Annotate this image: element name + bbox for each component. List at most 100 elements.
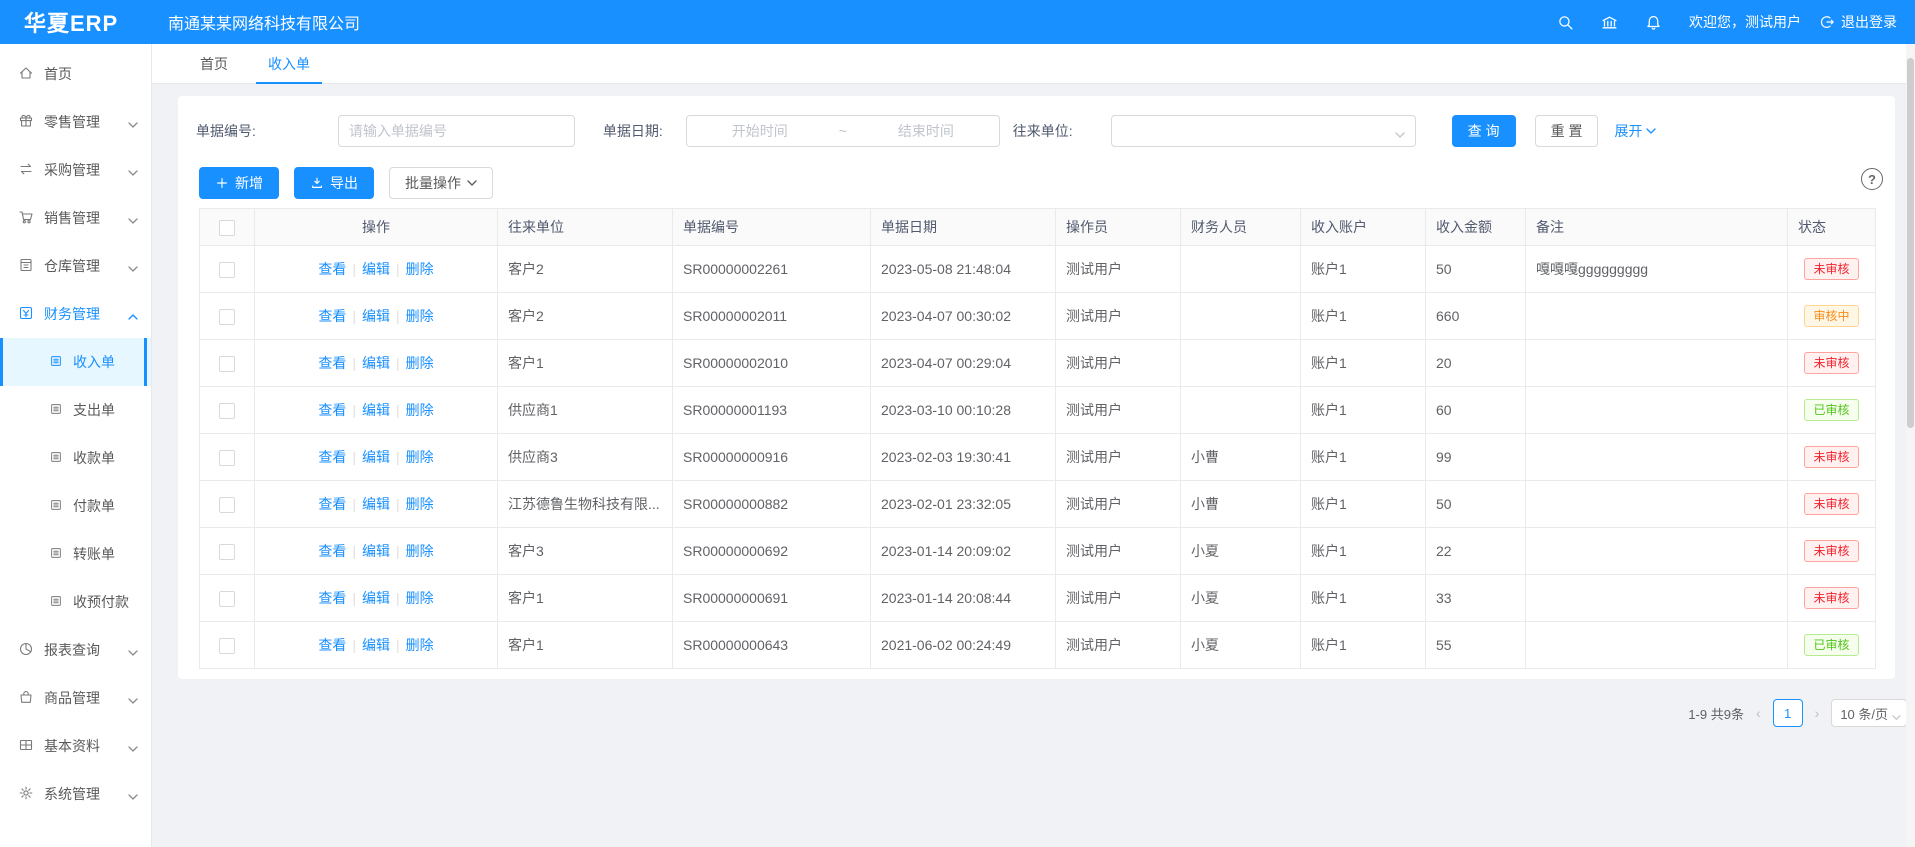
tab-income-bill[interactable]: 收入单 [248, 44, 330, 83]
select-all-checkbox[interactable] [219, 220, 235, 236]
table-row: 查看|编辑|删除客户2SR000000020112023-04-07 00:30… [200, 293, 1876, 340]
edit-link[interactable]: 编辑 [362, 543, 390, 559]
bill-no-label: 单据编号: [196, 121, 256, 141]
operator-cell: 测试用户 [1056, 434, 1181, 481]
row-checkbox[interactable] [219, 544, 235, 560]
add-button[interactable]: 新增 [199, 167, 279, 199]
amount-cell: 50 [1426, 246, 1526, 293]
delete-link[interactable]: 删除 [406, 590, 434, 606]
view-link[interactable]: 查看 [318, 355, 346, 371]
bank-icon[interactable] [1587, 0, 1631, 44]
edit-link[interactable]: 编辑 [362, 308, 390, 324]
amount-cell: 50 [1426, 481, 1526, 528]
tab-home[interactable]: 首页 [180, 44, 248, 83]
row-checkbox[interactable] [219, 356, 235, 372]
expand-link[interactable]: 展开 [1614, 121, 1656, 141]
sidebar-item-收预付款[interactable]: 收预付款 [0, 578, 151, 626]
view-link[interactable]: 查看 [318, 308, 346, 324]
row-checkbox[interactable] [219, 638, 235, 654]
edit-link[interactable]: 编辑 [362, 355, 390, 371]
row-checkbox[interactable] [219, 497, 235, 513]
swap-icon [18, 161, 34, 180]
row-checkbox[interactable] [219, 591, 235, 607]
edit-link[interactable]: 编辑 [362, 496, 390, 512]
finance-staff-cell: 小夏 [1181, 622, 1301, 669]
help-icon[interactable]: ? [1861, 168, 1883, 190]
sidebar-item-报表查询[interactable]: 报表查询 [0, 626, 151, 674]
logout-button[interactable]: 退出登录 [1819, 12, 1897, 32]
edit-link[interactable]: 编辑 [362, 590, 390, 606]
sidebar-item-首页[interactable]: 首页 [0, 50, 151, 98]
next-page-icon[interactable]: › [1811, 705, 1824, 721]
row-checkbox[interactable] [219, 309, 235, 325]
income-bill-table: 操作往来单位单据编号单据日期操作员财务人员收入账户收入金额备注状态 查看|编辑|… [199, 208, 1876, 669]
export-button[interactable]: 导出 [294, 167, 374, 199]
sidebar-item-label: 报表查询 [44, 640, 100, 660]
sidebar-item-label: 首页 [44, 64, 72, 84]
account-cell: 账户1 [1301, 481, 1426, 528]
sidebar-item-商品管理[interactable]: 商品管理 [0, 674, 151, 722]
delete-link[interactable]: 删除 [406, 355, 434, 371]
column-header: 单据编号 [673, 209, 871, 246]
view-link[interactable]: 查看 [318, 496, 346, 512]
page-number[interactable]: 1 [1773, 699, 1803, 727]
sidebar-item-付款单[interactable]: 付款单 [0, 482, 151, 530]
chevron-down-icon [128, 261, 138, 271]
table-row: 查看|编辑|删除供应商1SR000000011932023-03-10 00:1… [200, 387, 1876, 434]
sidebar-item-转账单[interactable]: 转账单 [0, 530, 151, 578]
sidebar-item-收款单[interactable]: 收款单 [0, 434, 151, 482]
delete-link[interactable]: 删除 [406, 637, 434, 653]
remark-cell [1526, 387, 1788, 434]
sidebar-item-采购管理[interactable]: 采购管理 [0, 146, 151, 194]
delete-link[interactable]: 删除 [406, 543, 434, 559]
sidebar-item-销售管理[interactable]: 销售管理 [0, 194, 151, 242]
reset-button[interactable]: 重 置 [1535, 115, 1599, 147]
edit-link[interactable]: 编辑 [362, 402, 390, 418]
edit-link[interactable]: 编辑 [362, 637, 390, 653]
prev-page-icon[interactable]: ‹ [1752, 705, 1765, 721]
delete-link[interactable]: 删除 [406, 402, 434, 418]
delete-link[interactable]: 删除 [406, 496, 434, 512]
view-link[interactable]: 查看 [318, 543, 346, 559]
sidebar-item-零售管理[interactable]: 零售管理 [0, 98, 151, 146]
sidebar-item-label: 付款单 [73, 496, 115, 516]
row-checkbox[interactable] [219, 450, 235, 466]
sidebar-item-收入单[interactable]: 收入单 [0, 338, 151, 386]
sidebar-item-基本资料[interactable]: 基本资料 [0, 722, 151, 770]
view-link[interactable]: 查看 [318, 590, 346, 606]
date-range-picker[interactable]: 开始时间 ~ 结束时间 [686, 115, 1000, 147]
scrollbar-thumb[interactable] [1907, 58, 1914, 428]
scrollbar[interactable] [1906, 44, 1915, 847]
action-separator: | [396, 637, 400, 653]
search-button[interactable]: 查 询 [1452, 115, 1516, 147]
partner-select[interactable] [1111, 115, 1416, 147]
sidebar-item-系统管理[interactable]: 系统管理 [0, 770, 151, 818]
page-size-select[interactable]: 10 条/页 [1831, 699, 1907, 727]
finance-staff-cell [1181, 293, 1301, 340]
batch-actions-button[interactable]: 批量操作 [389, 167, 493, 199]
edit-link[interactable]: 编辑 [362, 261, 390, 277]
sidebar-item-仓库管理[interactable]: 仓库管理 [0, 242, 151, 290]
chevron-down-icon [128, 693, 138, 703]
header-right: 欢迎您，测试用户 退出登录 [1543, 0, 1915, 44]
view-link[interactable]: 查看 [318, 637, 346, 653]
delete-link[interactable]: 删除 [406, 449, 434, 465]
doc-icon [49, 546, 63, 563]
logout-label: 退出登录 [1841, 12, 1897, 32]
row-checkbox[interactable] [219, 403, 235, 419]
row-checkbox[interactable] [219, 262, 235, 278]
bill-no-input[interactable] [338, 115, 575, 147]
view-link[interactable]: 查看 [318, 261, 346, 277]
delete-link[interactable]: 删除 [406, 308, 434, 324]
search-icon[interactable] [1543, 0, 1587, 44]
sidebar-item-财务管理[interactable]: 财务管理 [0, 290, 151, 338]
chevron-down-icon [128, 117, 138, 127]
delete-link[interactable]: 删除 [406, 261, 434, 277]
amount-cell: 60 [1426, 387, 1526, 434]
view-link[interactable]: 查看 [318, 449, 346, 465]
sidebar-item-支出单[interactable]: 支出单 [0, 386, 151, 434]
edit-link[interactable]: 编辑 [362, 449, 390, 465]
bell-icon[interactable] [1631, 0, 1675, 44]
main-area: 首页 收入单 单据编号: 单据日期: 开始时间 ~ 结束时间 往来单位: 查 询… [152, 44, 1915, 847]
view-link[interactable]: 查看 [318, 402, 346, 418]
